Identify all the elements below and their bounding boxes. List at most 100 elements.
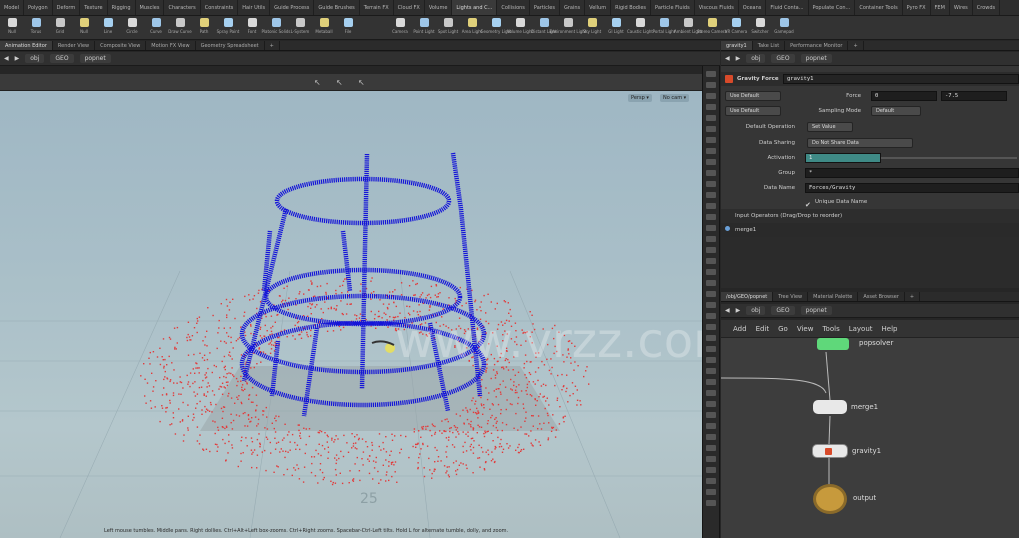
light-tool[interactable]: Gamepad bbox=[772, 16, 796, 39]
viewport-tool-icon[interactable] bbox=[706, 401, 716, 407]
light-tool[interactable]: Point Light bbox=[412, 16, 436, 39]
pane-tab[interactable]: Performance Monitor bbox=[785, 41, 849, 50]
viewport-tool-icon[interactable] bbox=[706, 379, 716, 385]
light-tool[interactable]: Area Light bbox=[460, 16, 484, 39]
shelf-tab[interactable]: Cloud FX bbox=[394, 0, 425, 15]
viewport-tool-icon[interactable] bbox=[706, 269, 716, 275]
shelf-tab[interactable]: Container Tools bbox=[855, 0, 903, 15]
shelf-tab[interactable]: Volume bbox=[425, 0, 453, 15]
viewport-tool-icon[interactable] bbox=[706, 214, 716, 220]
viewport-tool-icon[interactable] bbox=[706, 412, 716, 418]
light-tool[interactable]: VR Camera bbox=[724, 16, 748, 39]
viewport-tool-icon[interactable] bbox=[706, 346, 716, 352]
output-node[interactable] bbox=[813, 484, 847, 514]
pane-tab[interactable]: Tree View bbox=[773, 292, 809, 301]
viewport-tool-icon[interactable] bbox=[706, 390, 716, 396]
shelf-tool[interactable]: Line bbox=[96, 16, 120, 39]
shelf-tool[interactable]: Draw Curve bbox=[168, 16, 192, 39]
shelf-tool[interactable]: Spray Paint bbox=[216, 16, 240, 39]
shelf-tool[interactable]: Circle bbox=[120, 16, 144, 39]
input-operators-list[interactable] bbox=[721, 237, 1019, 288]
shelf-tab[interactable]: Rigid Bodies bbox=[611, 0, 652, 15]
light-tool[interactable]: GI Light bbox=[604, 16, 628, 39]
light-tool[interactable]: Volume Light bbox=[507, 16, 533, 39]
viewport-tool-icon[interactable] bbox=[706, 82, 716, 88]
viewport-tool-icon[interactable] bbox=[706, 302, 716, 308]
activation-field[interactable]: 1 bbox=[805, 153, 881, 163]
viewport-tool-icon[interactable] bbox=[706, 71, 716, 77]
viewport-tool-icon[interactable] bbox=[706, 203, 716, 209]
shelf-tool[interactable]: Platonic Solids bbox=[262, 16, 290, 39]
shelf-tab[interactable]: Vellum bbox=[585, 0, 612, 15]
light-tool[interactable]: Spot Light bbox=[436, 16, 460, 39]
viewport-tool-icon[interactable] bbox=[706, 423, 716, 429]
viewport-tool-icon[interactable] bbox=[706, 236, 716, 242]
add-tab-icon[interactable]: + bbox=[265, 41, 280, 50]
shelf-tool[interactable]: L-System bbox=[288, 16, 312, 39]
input-operator-item[interactable]: merge1 bbox=[735, 223, 756, 237]
shelf-tab[interactable]: Wires bbox=[950, 0, 973, 15]
data-sharing-menu[interactable]: Do Not Share Data bbox=[807, 138, 913, 148]
shelf-tool[interactable]: Path bbox=[192, 16, 216, 39]
network-menu-item[interactable]: Add bbox=[733, 320, 747, 337]
rotate-arrow-icon[interactable]: ↖ bbox=[358, 78, 365, 87]
path-geo[interactable]: GEO bbox=[771, 306, 795, 315]
viewport-tool-icon[interactable] bbox=[706, 500, 716, 506]
data-name-field[interactable]: Forces/Gravity bbox=[805, 183, 1019, 193]
default-operation-menu[interactable]: Set Value bbox=[807, 122, 853, 132]
shelf-tab[interactable]: Guide Brushes bbox=[314, 0, 360, 15]
shelf-tool[interactable]: Font bbox=[240, 16, 264, 39]
light-tool[interactable]: Distant Light bbox=[531, 16, 557, 39]
viewport-tool-icon[interactable] bbox=[706, 456, 716, 462]
shelf-tool[interactable]: Null bbox=[0, 16, 24, 39]
shelf-tab[interactable]: Particle Fluids bbox=[651, 0, 695, 15]
pane-tab[interactable]: Asset Browser bbox=[858, 292, 905, 301]
viewport-tool-icon[interactable] bbox=[706, 291, 716, 297]
path-node[interactable]: popnet bbox=[800, 306, 832, 315]
viewport-tool-icon[interactable] bbox=[706, 489, 716, 495]
pane-tab[interactable]: Motion FX View bbox=[146, 41, 196, 50]
gravity-node[interactable] bbox=[812, 444, 848, 458]
activation-slider[interactable] bbox=[881, 157, 1017, 159]
viewport-tool-icon[interactable] bbox=[706, 357, 716, 363]
popsolver-node[interactable] bbox=[817, 338, 849, 350]
add-tab-icon[interactable]: + bbox=[848, 41, 864, 50]
viewport-tool-icon[interactable] bbox=[706, 247, 716, 253]
light-tool[interactable]: Portal Light bbox=[652, 16, 676, 39]
pane-tab[interactable]: gravity1 bbox=[721, 41, 753, 50]
shelf-tab[interactable]: Lights and C... bbox=[452, 0, 498, 15]
shelf-tab[interactable]: Constraints bbox=[201, 0, 239, 15]
path-root[interactable]: obj bbox=[746, 54, 766, 63]
select-arrow-icon[interactable]: ↖ bbox=[314, 78, 321, 87]
shelf-tab[interactable]: FEM bbox=[931, 0, 950, 15]
pane-tab[interactable]: Composite View bbox=[95, 41, 147, 50]
shelf-tool[interactable]: Torus bbox=[24, 16, 48, 39]
viewport-tool-icon[interactable] bbox=[706, 324, 716, 330]
back-icon[interactable]: ◀ bbox=[725, 307, 730, 314]
pane-tab[interactable]: Material Palette bbox=[808, 292, 859, 301]
light-tool[interactable]: Geometry Light bbox=[480, 16, 512, 39]
forward-icon[interactable]: ▶ bbox=[736, 307, 741, 314]
shelf-tab[interactable]: Collisions bbox=[497, 0, 530, 15]
node-name-field[interactable]: gravity1 bbox=[783, 74, 1019, 84]
network-menu-item[interactable]: Go bbox=[778, 320, 788, 337]
shelf-tab[interactable]: Fluid Conta... bbox=[766, 0, 809, 15]
light-tool[interactable]: Caustic Light bbox=[627, 16, 653, 39]
force-x-field[interactable]: 0 bbox=[871, 91, 937, 101]
network-menu-item[interactable]: Edit bbox=[756, 320, 770, 337]
merge-node[interactable] bbox=[813, 400, 847, 414]
back-icon[interactable]: ◀ bbox=[725, 55, 730, 62]
viewport-tool-icon[interactable] bbox=[706, 137, 716, 143]
network-menu-item[interactable]: View bbox=[797, 320, 814, 337]
viewport-tool-icon[interactable] bbox=[706, 159, 716, 165]
forward-icon[interactable]: ▶ bbox=[15, 55, 20, 62]
shelf-tool[interactable]: Null bbox=[72, 16, 96, 39]
viewport-tool-icon[interactable] bbox=[706, 335, 716, 341]
network-menu-item[interactable]: Layout bbox=[849, 320, 873, 337]
viewport-tool-icon[interactable] bbox=[706, 258, 716, 264]
path-root[interactable]: obj bbox=[746, 306, 766, 315]
shelf-tab[interactable]: Hair Utils bbox=[238, 0, 271, 15]
viewport-tool-icon[interactable] bbox=[706, 181, 716, 187]
network-menu-item[interactable]: Help bbox=[882, 320, 898, 337]
shelf-tab[interactable]: Guide Process bbox=[270, 0, 315, 15]
